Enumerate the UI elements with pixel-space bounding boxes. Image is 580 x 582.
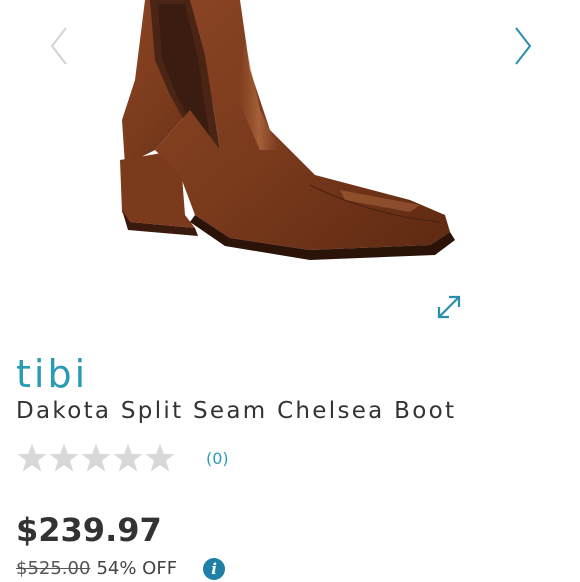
next-image-button[interactable]: [508, 22, 538, 70]
star-icon: [145, 444, 175, 472]
star-icon: [49, 444, 79, 472]
star-icon: [81, 444, 111, 472]
discount-label: 54% OFF: [96, 558, 178, 579]
chevron-right-icon: [515, 27, 532, 65]
expand-image-button[interactable]: [433, 291, 465, 323]
original-price: $525.00: [16, 558, 91, 579]
star-icon: [113, 444, 143, 472]
star-icon: [17, 444, 47, 472]
product-image-gallery: [0, 0, 580, 340]
previous-image-button[interactable]: [44, 22, 74, 70]
brand-name[interactable]: tibi: [16, 352, 88, 396]
price-details: $525.00 54% OFF i: [16, 556, 226, 582]
review-count-link[interactable]: (0): [206, 449, 229, 468]
star-rating: [16, 442, 176, 474]
product-image[interactable]: [110, 0, 460, 270]
product-title: Dakota Split Seam Chelsea Boot: [16, 398, 457, 424]
sale-price: $239.97: [16, 511, 162, 549]
product-rating[interactable]: (0): [16, 442, 229, 474]
chevron-left-icon: [50, 27, 67, 65]
expand-icon: [437, 295, 461, 319]
info-icon[interactable]: i: [203, 558, 226, 580]
